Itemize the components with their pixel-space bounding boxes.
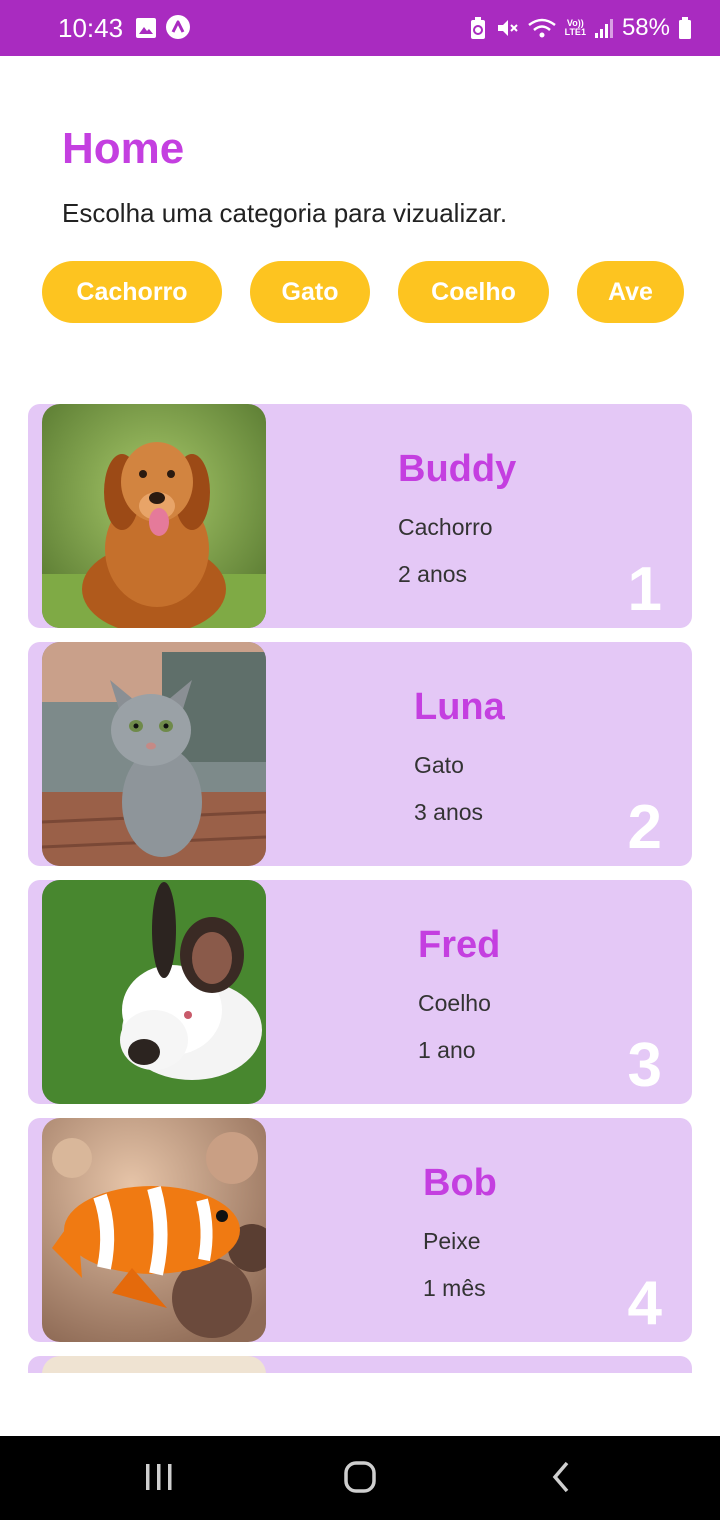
mute-icon <box>497 20 518 36</box>
pet-age: 2 anos <box>398 561 468 587</box>
signal-icon <box>594 19 613 38</box>
status-bar: 10:43 Vo)) LTE1 58% <box>0 0 720 56</box>
pet-rank: 4 <box>627 1269 662 1338</box>
category-chip-coelho[interactable]: Coelho <box>398 261 549 323</box>
battery-percent: 58% <box>621 14 670 41</box>
pet-age: 1 mês <box>423 1275 486 1301</box>
wifi-icon <box>527 18 556 38</box>
list-clip <box>0 1356 720 1373</box>
pet-photo-dog <box>42 404 266 628</box>
pet-species: Gato <box>414 752 464 778</box>
status-time: 10:43 <box>58 13 124 43</box>
category-chip-gato[interactable]: Gato <box>250 261 370 323</box>
pet-photo-cat <box>42 642 266 866</box>
volte-icon: Vo)) LTE1 <box>565 19 586 37</box>
pet-species: Cachorro <box>398 514 493 540</box>
category-chip-ave[interactable]: Ave <box>577 261 684 323</box>
back-icon[interactable] <box>540 1458 584 1498</box>
battery-icon <box>679 17 691 39</box>
pet-card-fred[interactable]: Fred Coelho 1 ano 3 <box>28 880 692 1104</box>
pet-rank: 1 <box>627 555 662 624</box>
pet-name: Fred <box>418 924 501 966</box>
system-nav-bar <box>0 1436 720 1520</box>
pet-card-buddy[interactable]: Buddy Cachorro 2 anos 1 <box>28 404 692 628</box>
pet-rank: 2 <box>627 793 662 862</box>
app-a-icon <box>166 15 190 39</box>
pet-age: 3 anos <box>414 799 484 825</box>
status-right-group: Vo)) LTE1 58% <box>469 12 692 44</box>
image-icon <box>136 18 156 38</box>
pet-photo-partial <box>42 1356 266 1373</box>
pet-species: Peixe <box>423 1228 481 1254</box>
pet-rank: 3 <box>627 1031 662 1100</box>
pet-species: Coelho <box>418 990 491 1016</box>
pet-photo-rabbit <box>42 880 266 1104</box>
battery-saver-icon <box>470 17 485 39</box>
pet-name: Luna <box>414 686 505 728</box>
pet-photo-clownfish <box>42 1118 266 1342</box>
pet-name: Buddy <box>398 448 517 490</box>
pet-card-luna[interactable]: Luna Gato 3 anos 2 <box>28 642 692 866</box>
volte-label-bottom: LTE1 <box>564 27 586 37</box>
pet-card-partial[interactable] <box>28 1356 692 1373</box>
recents-icon[interactable] <box>137 1458 181 1498</box>
page-title: Home <box>62 124 185 173</box>
category-chip-cachorro[interactable]: Cachorro <box>42 261 222 323</box>
home-icon[interactable] <box>338 1458 382 1498</box>
page-subtitle: Escolha uma categoria para vizualizar. <box>62 198 508 228</box>
pet-name: Bob <box>423 1162 497 1204</box>
pet-age: 1 ano <box>418 1037 476 1063</box>
pet-card-bob[interactable]: Bob Peixe 1 mês 4 <box>28 1118 692 1342</box>
